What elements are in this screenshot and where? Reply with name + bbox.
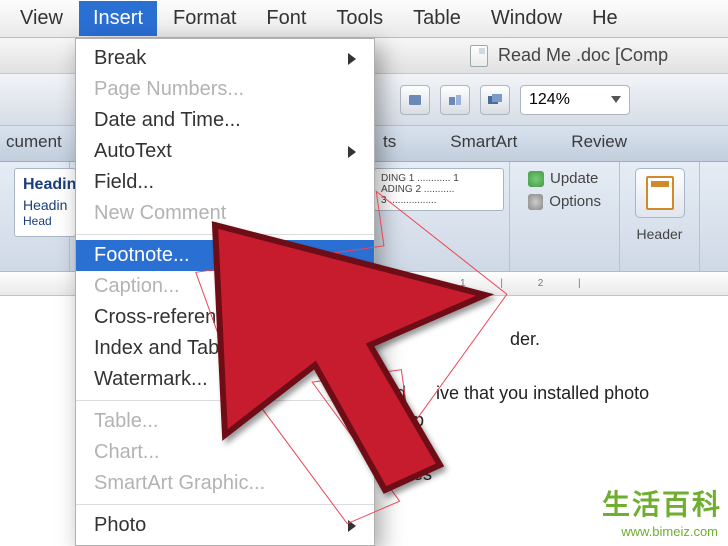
toolbar-button-1[interactable] [400, 85, 430, 115]
menu-item-caption: Caption... [76, 271, 374, 302]
zoom-value: 124% [529, 91, 570, 109]
header-footer-group: Header [620, 162, 700, 271]
doc-line-2: hard ive that you installed photo [370, 380, 718, 407]
doc-line-1: der. [510, 326, 718, 353]
toc-group: DING 1 ............ 1 ADING 2 ..........… [360, 162, 510, 271]
menu-item-photo[interactable]: Photo [76, 510, 374, 541]
menu-item-autotext[interactable]: AutoText [76, 136, 374, 167]
document-icon [470, 45, 488, 67]
menu-item-smartart-graphic: SmartArt Graphic... [76, 468, 374, 499]
update-button[interactable]: Update [524, 168, 605, 189]
toc-line3: 3 ................. [381, 195, 497, 206]
chevron-down-icon [611, 96, 621, 103]
chevron-right-icon [348, 520, 356, 532]
apple-menubar: View Insert Format Font Tools Table Wind… [0, 0, 728, 38]
doc-line-3: toshop [370, 407, 718, 434]
doc-line-4: sets [394, 434, 718, 461]
update-label: Update [550, 170, 598, 187]
menu-item-field[interactable]: Field... [76, 167, 374, 198]
document-title: Read Me .doc [Comp [498, 45, 668, 66]
menu-item-page-numbers: Page Numbers... [76, 74, 374, 105]
toc-line2: ADING 2 ........... [381, 184, 497, 195]
zoom-dropdown[interactable]: 124% [520, 85, 630, 115]
menu-item-chart: Chart... [76, 437, 374, 468]
menu-insert[interactable]: Insert [79, 1, 157, 36]
watermark-url: www.bimeiz.com [602, 523, 722, 540]
menu-view[interactable]: View [6, 1, 77, 36]
ribbon-tab-review[interactable]: Review [548, 125, 650, 161]
insert-dropdown-menu: Break Page Numbers... Date and Time... A… [75, 38, 375, 546]
toc-preview[interactable]: DING 1 ............ 1 ADING 2 ..........… [374, 168, 504, 211]
menu-separator [76, 234, 374, 235]
menu-item-watermark[interactable]: Watermark... [76, 364, 374, 395]
refresh-icon [528, 171, 544, 187]
toc-line1: DING 1 ............ 1 [381, 173, 497, 184]
gear-icon [528, 194, 543, 210]
menu-help[interactable]: He [578, 1, 632, 36]
ribbon-tab-smartart[interactable]: SmartArt [427, 125, 540, 161]
ribbon-tab-partial[interactable]: cument [6, 132, 62, 152]
chevron-right-icon [348, 53, 356, 65]
style-heading2: Headin [23, 196, 67, 214]
styles-preview[interactable]: Heading Headin Head [14, 168, 76, 237]
menu-separator [76, 504, 374, 505]
menu-table[interactable]: Table [399, 1, 475, 36]
menu-font[interactable]: Font [252, 1, 320, 36]
chevron-right-icon [348, 146, 356, 158]
toolbar-button-2[interactable] [440, 85, 470, 115]
site-watermark: 生活百科 www.bimeiz.com [602, 483, 722, 540]
header-icon [646, 176, 674, 210]
menu-item-new-comment: New Comment [76, 198, 374, 229]
header-label: Header [637, 226, 683, 242]
menu-item-cross-reference[interactable]: Cross-reference... [76, 302, 374, 333]
toolbar-button-3[interactable] [480, 85, 510, 115]
menu-item-table: Table... [76, 406, 374, 437]
style-heading3: Head [23, 214, 67, 230]
menu-item-index-tables[interactable]: Index and Tables... [76, 333, 374, 364]
styles-group: Heading Headin Head [0, 162, 70, 271]
update-group: Update Options [510, 162, 620, 271]
menu-item-footnote[interactable]: Footnote... [76, 240, 374, 271]
menu-window[interactable]: Window [477, 1, 576, 36]
menu-item-break[interactable]: Break [76, 43, 374, 74]
options-button[interactable]: Options [524, 191, 605, 212]
ruler-marks: 1 | 2 | [460, 278, 597, 289]
watermark-text-zh: 生活百科 [602, 483, 722, 523]
style-heading1: Heading [23, 175, 67, 196]
menu-tools[interactable]: Tools [322, 1, 397, 36]
menu-format[interactable]: Format [159, 1, 250, 36]
header-button[interactable] [635, 168, 685, 218]
menu-item-date-time[interactable]: Date and Time... [76, 105, 374, 136]
options-label: Options [549, 193, 601, 210]
menu-separator [76, 400, 374, 401]
